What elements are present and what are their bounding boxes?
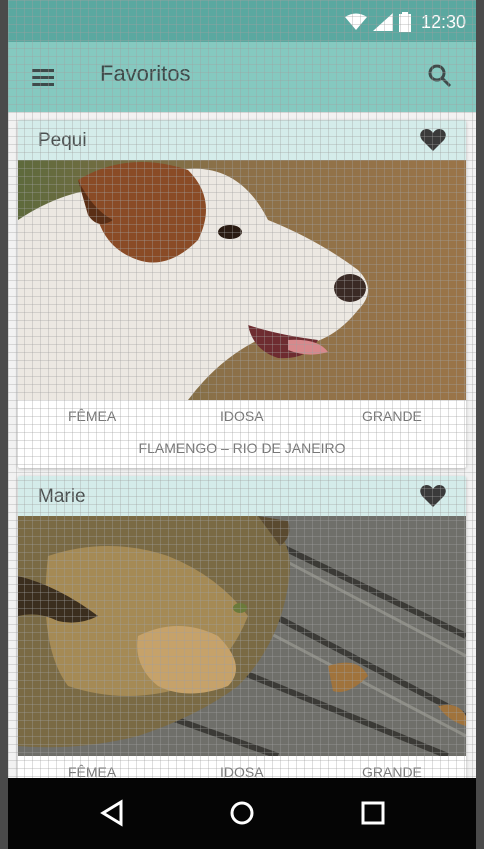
attribute-sex: FÊMEA xyxy=(68,408,117,424)
heart-icon xyxy=(420,485,446,507)
favorite-button[interactable] xyxy=(420,128,446,152)
heart-icon xyxy=(420,129,446,151)
pet-card[interactable]: Marie FÊMEA IDOSA GRANDE xyxy=(18,476,466,778)
attribute-sex: FÊMEA xyxy=(68,764,117,778)
signal-icon xyxy=(372,13,393,31)
recents-button[interactable] xyxy=(356,796,390,830)
menu-button[interactable] xyxy=(30,66,58,88)
pet-photo-cat[interactable] xyxy=(18,516,466,756)
status-time: 12:30 xyxy=(420,11,466,32)
pet-name: Pequi xyxy=(38,130,87,151)
card-header: Marie xyxy=(18,476,466,516)
status-icons: 12:30 xyxy=(344,10,466,34)
favorite-button[interactable] xyxy=(420,484,446,508)
pet-location: FLAMENGO – RIO DE JANEIRO xyxy=(138,440,346,456)
recents-icon xyxy=(361,801,385,825)
menu-icon xyxy=(32,69,54,86)
cat-photo-illustration xyxy=(18,516,466,756)
wifi-icon xyxy=(344,13,367,30)
pet-attributes: FÊMEA IDOSA GRANDE xyxy=(18,400,466,430)
battery-icon xyxy=(398,12,411,32)
home-button[interactable] xyxy=(225,796,259,830)
pet-name: Marie xyxy=(38,486,86,507)
search-button[interactable] xyxy=(426,62,454,90)
app-bar: Favoritos xyxy=(8,42,476,112)
page-title: Favoritos xyxy=(100,61,191,86)
back-icon xyxy=(100,799,123,827)
pet-card[interactable]: Pequi FÊMEA IDOSA GRANDE FLAMENGO – RIO … xyxy=(18,120,466,468)
attribute-age: IDOSA xyxy=(220,408,264,424)
back-button[interactable] xyxy=(96,796,130,830)
home-icon xyxy=(230,801,254,825)
favorites-list[interactable]: Pequi FÊMEA IDOSA GRANDE FLAMENGO – RIO … xyxy=(8,112,476,778)
dog-photo-illustration xyxy=(18,160,466,400)
card-header: Pequi xyxy=(18,120,466,160)
navigation-bar xyxy=(8,778,476,849)
attribute-size: GRANDE xyxy=(362,408,422,424)
phone-screen: 12:30 Favoritos Pequi FÊMEA IDOSA GRANDE… xyxy=(8,0,476,849)
attribute-age: IDOSA xyxy=(220,764,264,778)
attribute-size: GRANDE xyxy=(362,764,422,778)
search-icon xyxy=(428,64,452,88)
pet-photo-dog[interactable] xyxy=(18,160,466,400)
pet-attributes: FÊMEA IDOSA GRANDE xyxy=(18,756,466,778)
status-bar: 12:30 xyxy=(8,0,476,42)
